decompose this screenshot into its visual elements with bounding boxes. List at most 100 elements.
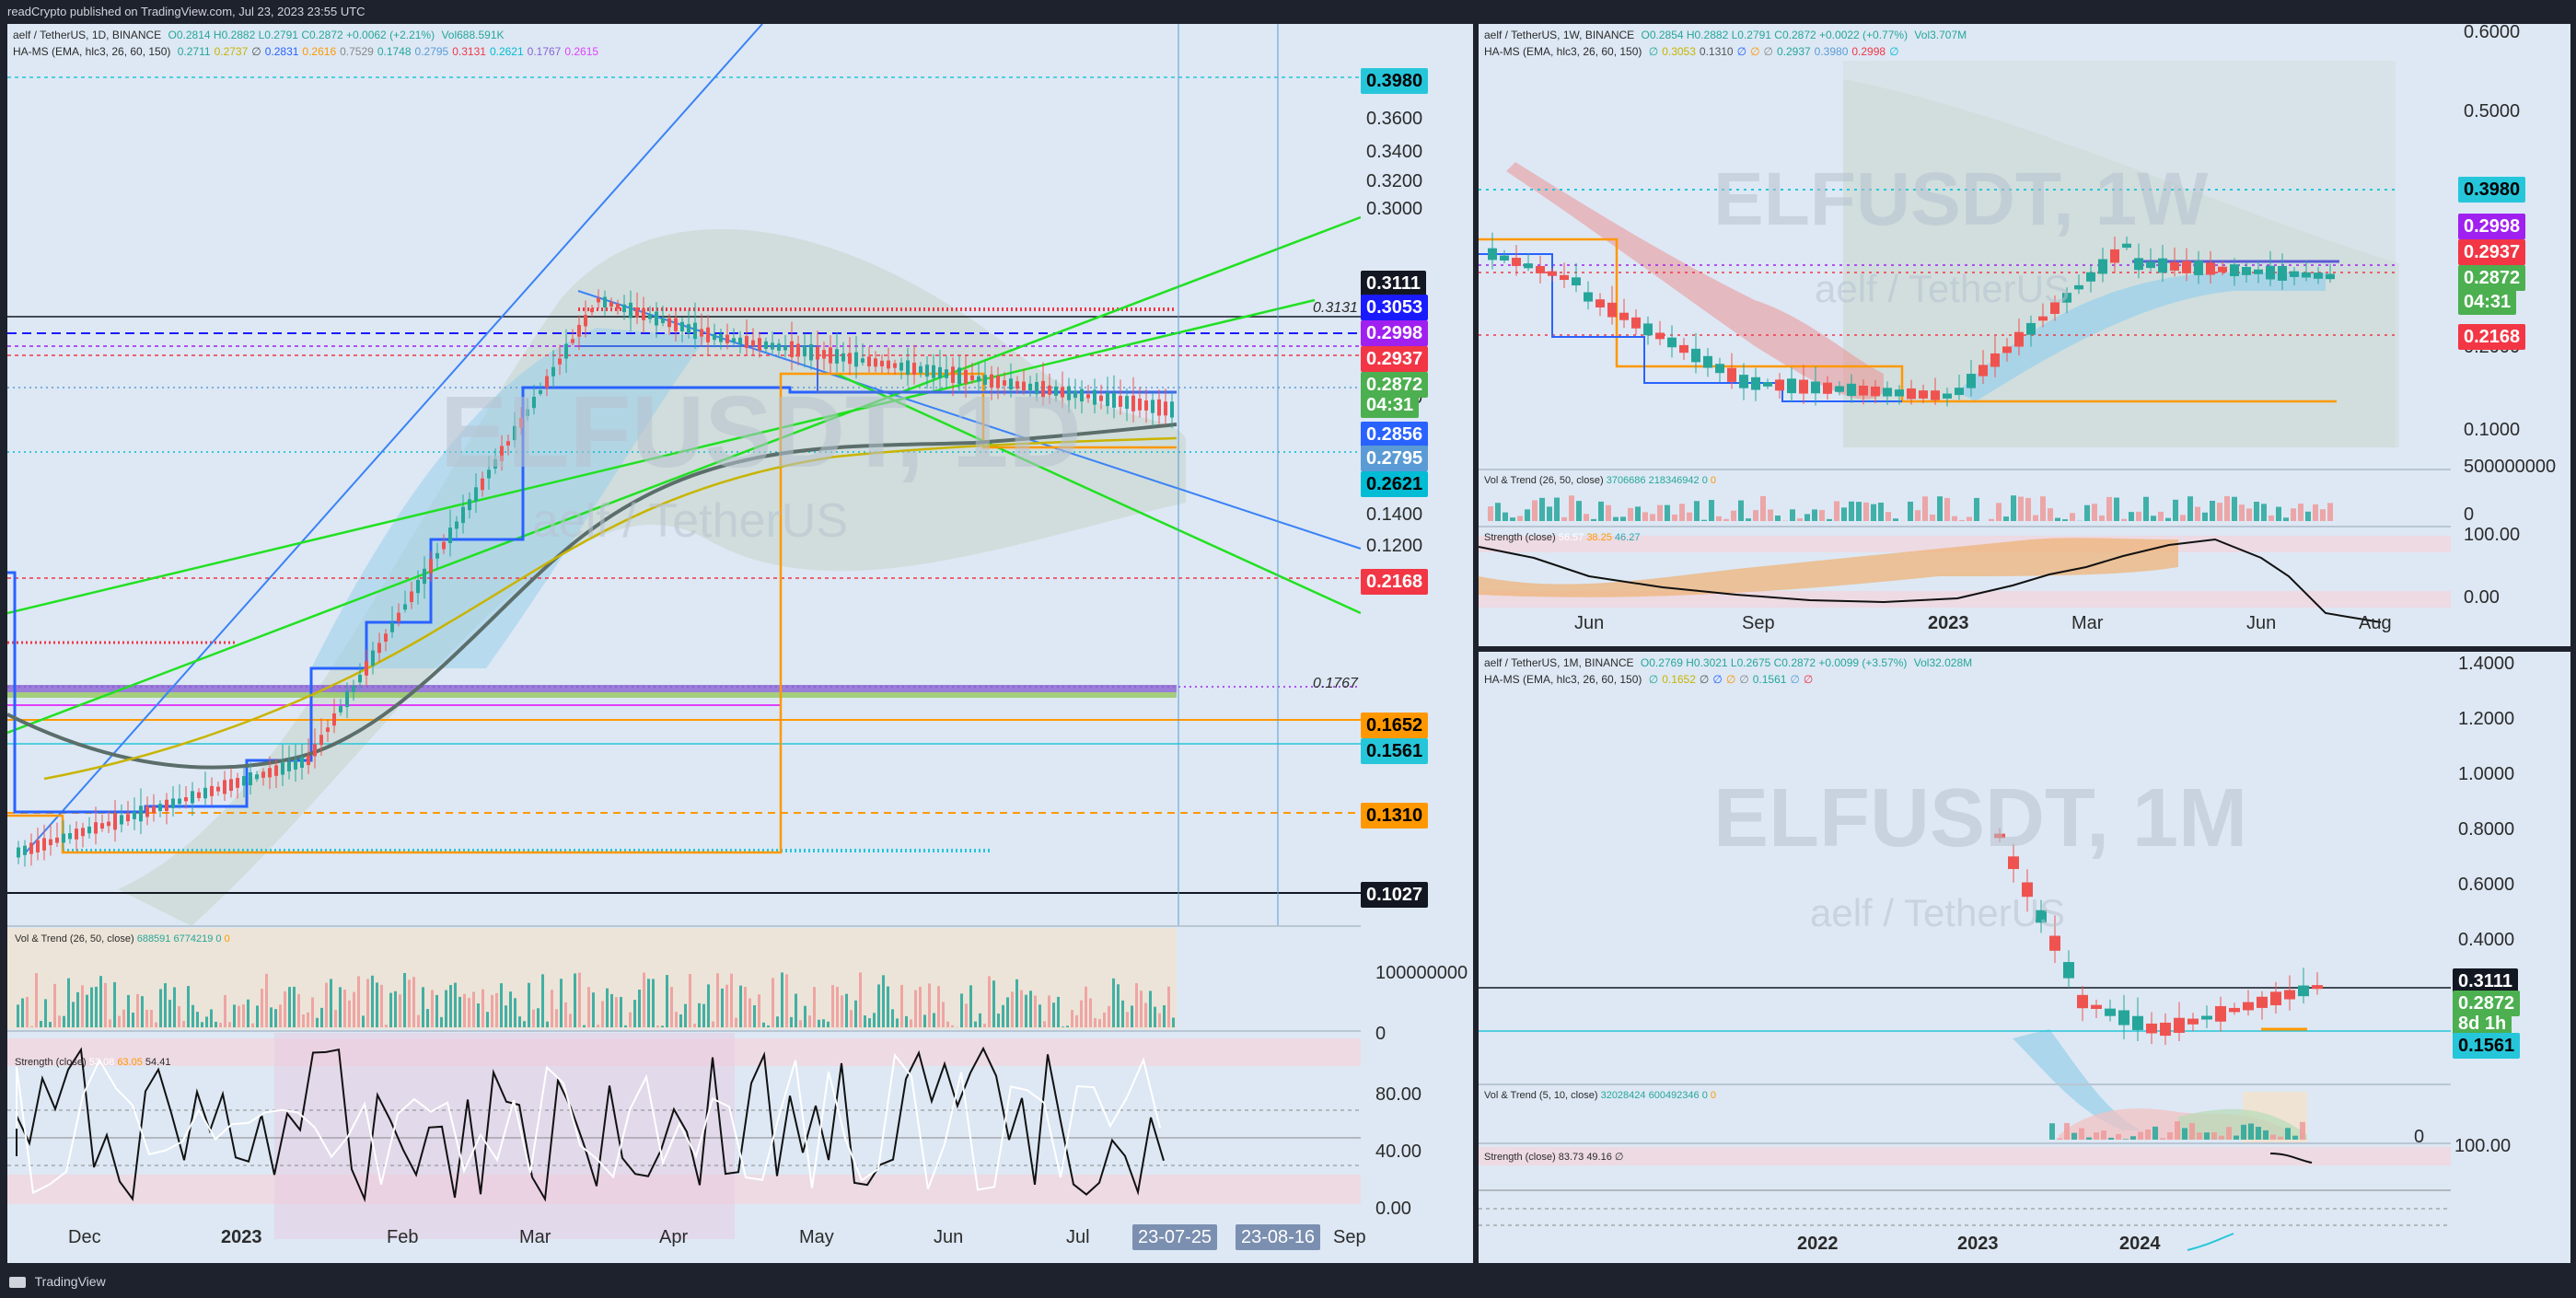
weekly-indicator-value: 0.2998 <box>1851 45 1886 58</box>
daily-chart-canvas[interactable] <box>7 24 1473 1263</box>
footer-brand: TradingView <box>34 1274 106 1289</box>
monthly-vol-v2: 600492346 <box>1648 1090 1700 1101</box>
daily-indicator-legend[interactable]: HA-MS (EMA, hlc3, 26, 60, 150) 0.2711 0.2… <box>13 44 606 59</box>
weekly-watermark: ELFUSDT, 1W <box>1713 157 2209 241</box>
weekly-indicator-value: 0.3980 <box>1814 45 1849 58</box>
weekly-vol-axis-zero: 0 <box>2464 504 2475 525</box>
monthly-price-tick: 0.4000 <box>2458 930 2515 950</box>
weekly-strength-v2: 38.25 <box>1586 532 1612 543</box>
weekly-chart-canvas[interactable] <box>1479 24 2570 646</box>
daily-price-label: 0.3053 <box>1361 295 1429 320</box>
monthly-indicator-value: ∅ <box>1725 673 1736 686</box>
daily-strength-legend[interactable]: Strength (close) 53.08 63.05 54.41 <box>15 1057 170 1068</box>
weekly-vol-name: Vol & Trend (26, 50, close) <box>1484 475 1604 486</box>
daily-time-tick: Jun <box>934 1227 964 1247</box>
daily-strength-name: Strength (close) <box>15 1057 87 1068</box>
daily-price-label: 0.1027 <box>1361 882 1429 908</box>
monthly-indicator-value: 0.1652 <box>1662 673 1696 686</box>
monthly-vol-legend[interactable]: Vol & Trend (5, 10, close) 32028424 6004… <box>1484 1090 1716 1101</box>
weekly-price-tick: 0.6000 <box>2464 24 2521 42</box>
monthly-symbol-legend[interactable]: aelf / TetherUS, 1M, BINANCE O0.2769 H0.… <box>1484 655 1976 670</box>
monthly-strength-legend[interactable]: Strength (close) 83.73 49.16 ∅ <box>1484 1151 1624 1163</box>
monthly-time-tick: 2023 <box>1957 1234 1999 1254</box>
daily-chart-panel[interactable]: aelf / TetherUS, 1D, BINANCE O0.2814 H0.… <box>7 24 1473 1263</box>
daily-strength-v2: 63.05 <box>117 1057 143 1068</box>
weekly-price-label: 0.2168 <box>2458 324 2526 350</box>
daily-indicator-value: 0.2621 <box>489 45 524 58</box>
daily-strength-v1: 53.08 <box>88 1057 115 1068</box>
footer-bar: TradingView <box>0 1265 2576 1298</box>
monthly-chart-canvas[interactable] <box>1479 652 2570 1263</box>
weekly-strength-axis-0: 0.00 <box>2464 587 2500 608</box>
monthly-indicator-value: ∅ <box>1712 673 1723 686</box>
daily-price-label: 0.3111 <box>1361 271 1426 296</box>
weekly-chart-panel[interactable]: aelf / TetherUS, 1W, BINANCE O0.2854 H0.… <box>1479 24 2570 646</box>
weekly-vol-v2: 218346942 <box>1648 475 1700 486</box>
daily-indicator-values: 0.2711 0.2737 ∅ 0.2831 0.2616 0.7529 0.1748 0.2… <box>178 45 602 58</box>
weekly-indicator-value: 0.3053 <box>1662 45 1696 58</box>
daily-price-label: 0.1561 <box>1361 738 1429 764</box>
weekly-strength-axis-100: 100.00 <box>2464 525 2521 545</box>
monthly-symbol: aelf / TetherUS, 1M, BINANCE <box>1484 656 1634 669</box>
monthly-volume: Vol32.028M <box>1913 656 1973 669</box>
monthly-chart-panel[interactable]: aelf / TetherUS, 1M, BINANCE O0.2769 H0.… <box>1479 652 2570 1263</box>
weekly-indicator-value: 0.1310 <box>1699 45 1734 58</box>
publish-header: readCrypto published on TradingView.com,… <box>0 0 2576 24</box>
monthly-indicator-value: ∅ <box>1699 673 1710 686</box>
daily-price-tick: 0.3200 <box>1366 171 1423 191</box>
daily-indicator-value: 0.7529 <box>340 45 374 58</box>
monthly-watermark: ELFUSDT, 1M <box>1713 772 2248 864</box>
weekly-indicator-value: ∅ <box>1648 45 1659 58</box>
weekly-strength-legend[interactable]: Strength (close) 56.57 38.25 46.27 <box>1484 532 1640 543</box>
daily-indicator-value: 0.2615 <box>564 45 599 58</box>
daily-time-tick: May <box>799 1227 834 1247</box>
monthly-strength-v3: ∅ <box>1614 1152 1624 1163</box>
monthly-indicator-values: ∅ 0.1652 ∅ ∅ ∅ ∅ 0.1561 ∅ ∅ <box>1649 673 1817 686</box>
daily-indicator-value: 0.2795 <box>414 45 449 58</box>
weekly-watermark-sub: aelf / TetherUS <box>1815 267 2071 310</box>
weekly-price-tick: 0.5000 <box>2464 101 2521 122</box>
weekly-time-tick: Jun <box>1574 613 1605 633</box>
weekly-indicator-name: HA-MS (EMA, hlc3, 26, 60, 150) <box>1484 45 1642 58</box>
weekly-strength-v1: 56.57 <box>1558 532 1584 543</box>
daily-watermark: ELFUSDT, 1D <box>440 376 1082 489</box>
daily-price-label: 0.2856 <box>1361 422 1429 447</box>
weekly-price-tick: 0.1000 <box>2464 420 2521 440</box>
weekly-time-tick: Jun <box>2246 613 2277 633</box>
line-note-lower: 0.1767 <box>1313 676 1358 691</box>
monthly-indicator-legend[interactable]: HA-MS (EMA, hlc3, 26, 60, 150) ∅ 0.1652 ∅ ∅… <box>1484 672 1820 687</box>
daily-time-tail: Sep <box>1333 1227 1366 1247</box>
daily-price-tick: 0.1200 <box>1366 536 1423 556</box>
weekly-time-tick: 2023 <box>1928 613 1969 633</box>
weekly-indicator-value: ∅ <box>1750 45 1760 58</box>
monthly-price-tick: 0.8000 <box>2458 819 2515 840</box>
daily-time-tick: Mar <box>519 1227 551 1247</box>
monthly-strength-v2: 49.16 <box>1586 1152 1612 1163</box>
monthly-indicator-value: ∅ <box>1648 673 1659 686</box>
monthly-strength-v1: 83.73 <box>1558 1152 1584 1163</box>
weekly-vol-v1: 3706686 <box>1606 475 1646 486</box>
daily-vol-v4: 0 <box>224 933 230 945</box>
weekly-time-tick: Sep <box>1742 613 1775 633</box>
daily-vol-legend[interactable]: Vol & Trend (26, 50, close) 688591 67742… <box>15 933 230 945</box>
daily-symbol-legend[interactable]: aelf / TetherUS, 1D, BINANCE O0.2814 H0.… <box>13 28 508 42</box>
monthly-strength-name: Strength (close) <box>1484 1152 1556 1163</box>
daily-strength-v3: 54.41 <box>145 1057 171 1068</box>
weekly-symbol-legend[interactable]: aelf / TetherUS, 1W, BINANCE O0.2854 H0.… <box>1484 28 1970 42</box>
daily-strength-axis-80: 80.00 <box>1375 1084 1422 1105</box>
daily-vol-axis-zero: 0 <box>1375 1024 1387 1044</box>
weekly-indicator-legend[interactable]: HA-MS (EMA, hlc3, 26, 60, 150) ∅ 0.3053 0.… <box>1484 44 1907 59</box>
weekly-time-tick: Mar <box>2071 613 2104 633</box>
monthly-indicator-value: ∅ <box>1739 673 1749 686</box>
daily-price-label: 0.1652 <box>1361 713 1429 738</box>
weekly-vol-legend[interactable]: Vol & Trend (26, 50, close) 3706686 2183… <box>1484 475 1716 486</box>
daily-price-label: 0.2937 <box>1361 346 1429 372</box>
weekly-strength-name: Strength (close) <box>1484 532 1556 543</box>
line-note-upper: 0.3131 <box>1313 300 1358 316</box>
daily-price-label: 0.2795 <box>1361 446 1429 471</box>
daily-vol-name: Vol & Trend (26, 50, close) <box>15 933 134 945</box>
daily-indicator-value: 0.3131 <box>452 45 486 58</box>
weekly-price-label: 0.2937 <box>2458 239 2526 265</box>
monthly-indicator-value: 0.1561 <box>1752 673 1787 686</box>
monthly-price-tick: 1.2000 <box>2458 709 2515 729</box>
